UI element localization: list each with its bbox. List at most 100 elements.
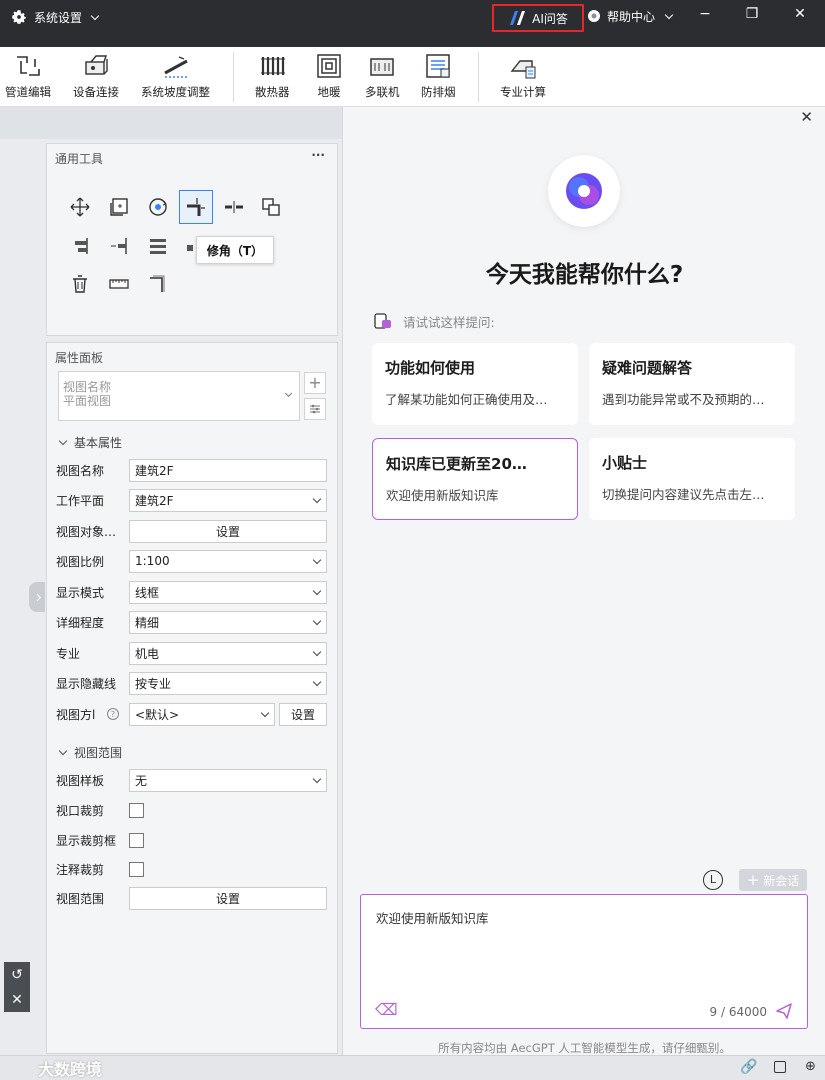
delete-tool[interactable] bbox=[65, 269, 95, 299]
close-chat-button[interactable]: ✕ bbox=[800, 108, 813, 126]
suggestion-card[interactable]: 疑难问题解答 遇到功能异常或不及预期的… bbox=[589, 343, 795, 425]
chevron-right-icon bbox=[33, 593, 41, 601]
send-icon[interactable] bbox=[775, 1002, 793, 1020]
align-right-tool[interactable] bbox=[65, 231, 95, 261]
ai-qa-button[interactable]: AI问答 bbox=[492, 4, 584, 32]
work-plane-select[interactable]: 建筑2F bbox=[129, 488, 327, 512]
merge-tool[interactable] bbox=[256, 192, 286, 222]
ai-chat-panel: ✕ 今天我能帮你什么? 请试试这样提问: 功能如何使用 了解某功能如何正确使用及…… bbox=[342, 107, 825, 1060]
view-object-settings-button[interactable]: 设置 bbox=[129, 519, 327, 543]
history-icon[interactable]: ↺ bbox=[11, 967, 23, 983]
view-direction-select[interactable]: <默认> bbox=[129, 702, 275, 726]
trim-corner-tool[interactable] bbox=[179, 190, 213, 224]
align-right-icon bbox=[75, 238, 88, 254]
close-button[interactable]: ✕ bbox=[785, 6, 815, 22]
property-row: 显示模式 线框 bbox=[56, 580, 328, 604]
ai-qa-label: AI问答 bbox=[532, 11, 568, 26]
link-icon[interactable]: 🔗 bbox=[740, 1059, 757, 1075]
watermark-text: 大数跨境 bbox=[38, 1060, 103, 1079]
section-view-range[interactable]: 视图范围 bbox=[60, 744, 122, 761]
section-basic-properties[interactable]: 基本属性 bbox=[60, 434, 122, 451]
device-connect-tool[interactable]: 设备连接 bbox=[73, 51, 119, 100]
detail-level-select[interactable]: 精细 bbox=[129, 610, 327, 634]
tool-label: 散热器 bbox=[255, 85, 290, 99]
view-type-selector[interactable]: 视图名称 平面视图 bbox=[58, 371, 300, 421]
smoke-control-tool[interactable]: 防排烟 bbox=[421, 51, 456, 100]
pipe-edit-tool[interactable]: 管道编辑 bbox=[5, 51, 51, 100]
slope-adjust-icon bbox=[163, 56, 188, 78]
split-tool[interactable] bbox=[219, 192, 249, 222]
merge-icon bbox=[262, 198, 280, 216]
history-icon[interactable]: L bbox=[703, 870, 723, 890]
suggestion-card[interactable]: 功能如何使用 了解某功能如何正确使用及… bbox=[372, 343, 578, 425]
sliders-icon bbox=[310, 404, 320, 414]
rotate-tool[interactable] bbox=[143, 192, 173, 222]
suggestion-card[interactable]: 知识库已更新至20… 欢迎使用新版知识库 bbox=[372, 438, 578, 520]
move-tool[interactable] bbox=[65, 192, 95, 222]
collapse-toggle[interactable] bbox=[29, 582, 45, 612]
copy-icon bbox=[110, 198, 128, 216]
property-row: 视图比例 1:100 bbox=[56, 549, 328, 573]
show-crop-box-checkbox[interactable] bbox=[129, 832, 144, 848]
hidden-line-select[interactable]: 按专业 bbox=[129, 671, 327, 695]
measure-tool[interactable] bbox=[104, 269, 134, 299]
elbow-tool[interactable] bbox=[143, 269, 173, 299]
discipline-select[interactable]: 机电 bbox=[129, 641, 327, 665]
property-label: 视图方l bbox=[56, 707, 96, 722]
copy-tool[interactable] bbox=[104, 192, 134, 222]
multi-split-tool[interactable]: 多联机 bbox=[365, 51, 400, 100]
property-label: 视图对象… bbox=[56, 524, 117, 539]
view-template-select[interactable]: 无 bbox=[129, 768, 327, 792]
system-settings-menu[interactable]: 系统设置 bbox=[10, 8, 100, 26]
more-options-button[interactable]: ··· bbox=[311, 148, 325, 162]
suggestion-label: 请试试这样提问: bbox=[403, 314, 495, 330]
annotation-crop-checkbox[interactable] bbox=[129, 861, 144, 877]
multi-split-icon bbox=[370, 58, 394, 76]
property-label: 视口裁剪 bbox=[56, 803, 105, 818]
view-settings-button[interactable] bbox=[304, 398, 326, 420]
help-icon[interactable]: ? bbox=[107, 708, 119, 720]
view-range-settings-button[interactable]: 设置 bbox=[129, 886, 327, 910]
chevron-down-icon bbox=[90, 11, 100, 20]
radiator-tool[interactable]: 散热器 bbox=[255, 51, 290, 100]
zoom-icon[interactable]: ⊕ bbox=[805, 1059, 816, 1074]
close-icon[interactable]: ✕ bbox=[11, 992, 23, 1008]
clear-icon[interactable]: ⌫ bbox=[375, 1000, 398, 1019]
view-scale-select[interactable]: 1:100 bbox=[129, 549, 327, 573]
property-row: 视图对象… 设置 bbox=[56, 519, 328, 543]
add-view-button[interactable]: + bbox=[304, 372, 326, 394]
view-direction-settings-button[interactable]: 设置 bbox=[279, 702, 327, 726]
ruler-icon bbox=[109, 279, 129, 289]
offset-tool[interactable] bbox=[104, 231, 134, 261]
chat-input[interactable]: 欢迎使用新版知识库 ⌫ 9 / 64000 bbox=[360, 894, 808, 1029]
suggestion-card[interactable]: 小贴士切换提问内容建议先点击左… bbox=[589, 438, 795, 520]
floor-heating-tool[interactable]: 地暖 bbox=[314, 51, 344, 100]
distribute-tool[interactable] bbox=[143, 231, 173, 261]
slope-adjust-tool[interactable]: 系统坡度调整 bbox=[141, 51, 210, 100]
card-title: 小贴士 bbox=[602, 454, 648, 472]
section-label: 基本属性 bbox=[74, 436, 123, 450]
toolbar-divider bbox=[478, 52, 479, 102]
view-name-input[interactable]: 建筑2F bbox=[129, 458, 327, 482]
chat-input-text: 欢迎使用新版知识库 bbox=[376, 911, 489, 926]
elbow-icon bbox=[150, 275, 165, 292]
display-mode-select[interactable]: 线框 bbox=[129, 580, 327, 604]
minimize-button[interactable]: − bbox=[690, 6, 720, 22]
property-row: 专业 机电 bbox=[56, 641, 328, 665]
help-center-menu[interactable]: 帮助中心 bbox=[586, 8, 674, 25]
viewport-crop-checkbox[interactable] bbox=[129, 802, 144, 818]
card-desc: 切换提问内容建议先点击左… bbox=[602, 487, 765, 502]
square-icon[interactable] bbox=[774, 1061, 786, 1073]
ai-swirl-icon bbox=[566, 173, 602, 209]
property-label: 显示裁剪框 bbox=[56, 833, 117, 848]
move-icon bbox=[70, 197, 90, 217]
property-row: 视图样板 无 bbox=[56, 768, 328, 792]
new-session-button[interactable]: + 新会话 bbox=[739, 869, 807, 891]
restore-button[interactable]: ❐ bbox=[737, 6, 767, 22]
floor-heating-icon bbox=[317, 54, 341, 78]
panel-title: 属性面板 bbox=[55, 351, 104, 365]
property-label: 显示模式 bbox=[56, 585, 105, 600]
calculation-tool[interactable]: 专业计算 bbox=[500, 51, 546, 100]
system-settings-label: 系统设置 bbox=[34, 10, 83, 25]
property-row: 显示裁剪框 bbox=[56, 828, 328, 852]
